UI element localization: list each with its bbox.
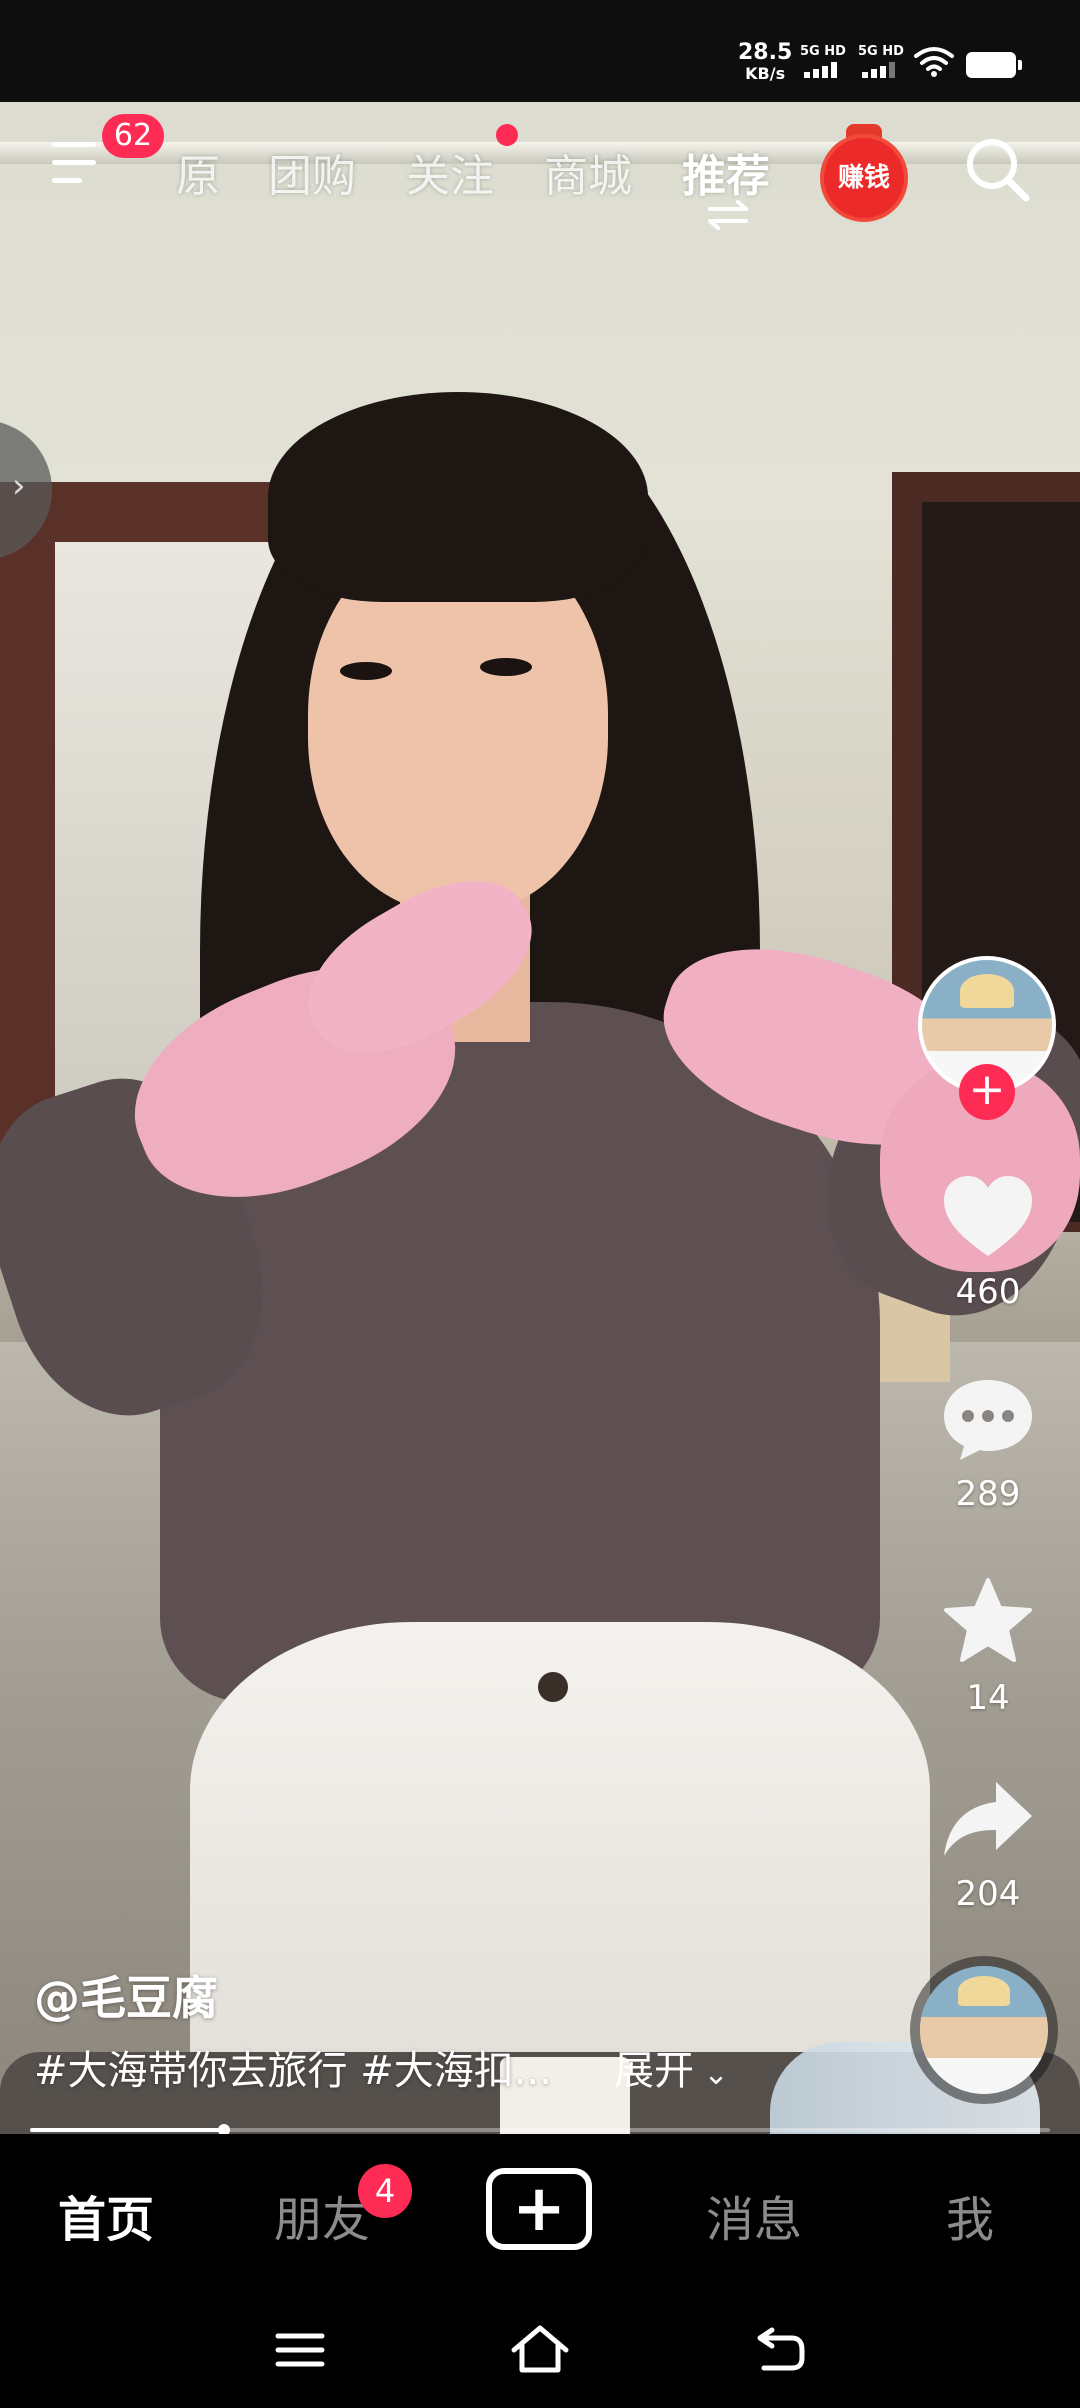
- video-caption[interactable]: #大海带你去旅行 #大海扣...: [34, 2038, 552, 2096]
- status-bar: 28.5 KB/s 5G HD 5G HD: [0, 0, 1080, 102]
- video-progress-bar[interactable]: [30, 2124, 1050, 2136]
- swap-arrows-icon: [708, 200, 748, 230]
- share-count: 204: [955, 1874, 1021, 1914]
- menu-badge: 62: [102, 114, 164, 158]
- avatar-helmet: [960, 974, 1014, 1008]
- tab-recommend[interactable]: 推荐: [682, 140, 770, 204]
- earn-money-button[interactable]: 赚钱: [824, 138, 904, 218]
- expand-label: 展开: [614, 2048, 694, 2094]
- sim2-label: 5G HD: [858, 44, 904, 59]
- chevron-down-icon: ⌄: [694, 2057, 729, 2092]
- battery-icon: [966, 52, 1022, 78]
- share-arrow-icon[interactable]: [940, 1776, 1036, 1866]
- favorite-count: 14: [966, 1678, 1010, 1718]
- like-count: 460: [955, 1272, 1021, 1312]
- comment-icon[interactable]: [940, 1374, 1036, 1464]
- home-icon[interactable]: [510, 2322, 570, 2378]
- person-eye-left: [340, 662, 392, 680]
- tab-group-buy[interactable]: 团购: [268, 140, 356, 204]
- signal-icon: [804, 62, 837, 78]
- menu-icon[interactable]: [52, 142, 100, 186]
- music-disc[interactable]: [920, 1966, 1048, 2094]
- tab-origin[interactable]: 原: [176, 140, 220, 204]
- video-player[interactable]: [0, 102, 1080, 2134]
- following-unread-dot: [496, 124, 518, 146]
- network-speed-value: 28.5: [738, 40, 793, 65]
- follow-plus-button[interactable]: +: [959, 1064, 1015, 1120]
- back-icon[interactable]: [750, 2322, 810, 2378]
- chevron-right-icon: ›: [12, 466, 26, 506]
- tab-mall[interactable]: 商城: [544, 140, 632, 204]
- pants-button: [538, 1672, 568, 1702]
- create-post-button[interactable]: +: [486, 2168, 592, 2250]
- favorite-star-icon[interactable]: [940, 1576, 1036, 1666]
- network-speed-unit: KB/s: [745, 64, 786, 83]
- expand-caption-button[interactable]: 展开 ⌄: [614, 2038, 729, 2096]
- friends-badge: 4: [358, 2164, 412, 2218]
- search-icon[interactable]: [962, 134, 1032, 204]
- person-eye-right: [480, 658, 532, 676]
- tab-messages[interactable]: 消息: [706, 2180, 802, 2250]
- tab-home[interactable]: 首页: [58, 2180, 154, 2250]
- tab-friends[interactable]: 朋友: [274, 2180, 370, 2250]
- sim1-label: 5G HD: [800, 44, 846, 59]
- comment-count: 289: [955, 1474, 1021, 1514]
- author-name[interactable]: @毛豆腐: [34, 1962, 218, 2028]
- network-speed: 28.5 KB/s: [738, 42, 792, 82]
- signal-icon: [862, 62, 895, 78]
- wifi-icon: [914, 47, 954, 77]
- video-progress-fill: [30, 2128, 224, 2132]
- disc-avatar-helmet: [958, 1976, 1010, 2006]
- plus-icon: +: [512, 2172, 566, 2246]
- tab-following[interactable]: 关注: [406, 140, 494, 204]
- recent-apps-icon[interactable]: [270, 2322, 330, 2378]
- tab-me[interactable]: 我: [946, 2180, 994, 2250]
- douyin-video-screen: › 28.5 KB/s 5G HD 5G HD 62 原 团购 关注 商城 推荐…: [0, 0, 1080, 2408]
- top-nav: [0, 102, 1080, 242]
- like-heart-icon[interactable]: [940, 1172, 1036, 1262]
- earn-label: 赚钱: [837, 163, 890, 193]
- person-hair-top: [268, 392, 648, 602]
